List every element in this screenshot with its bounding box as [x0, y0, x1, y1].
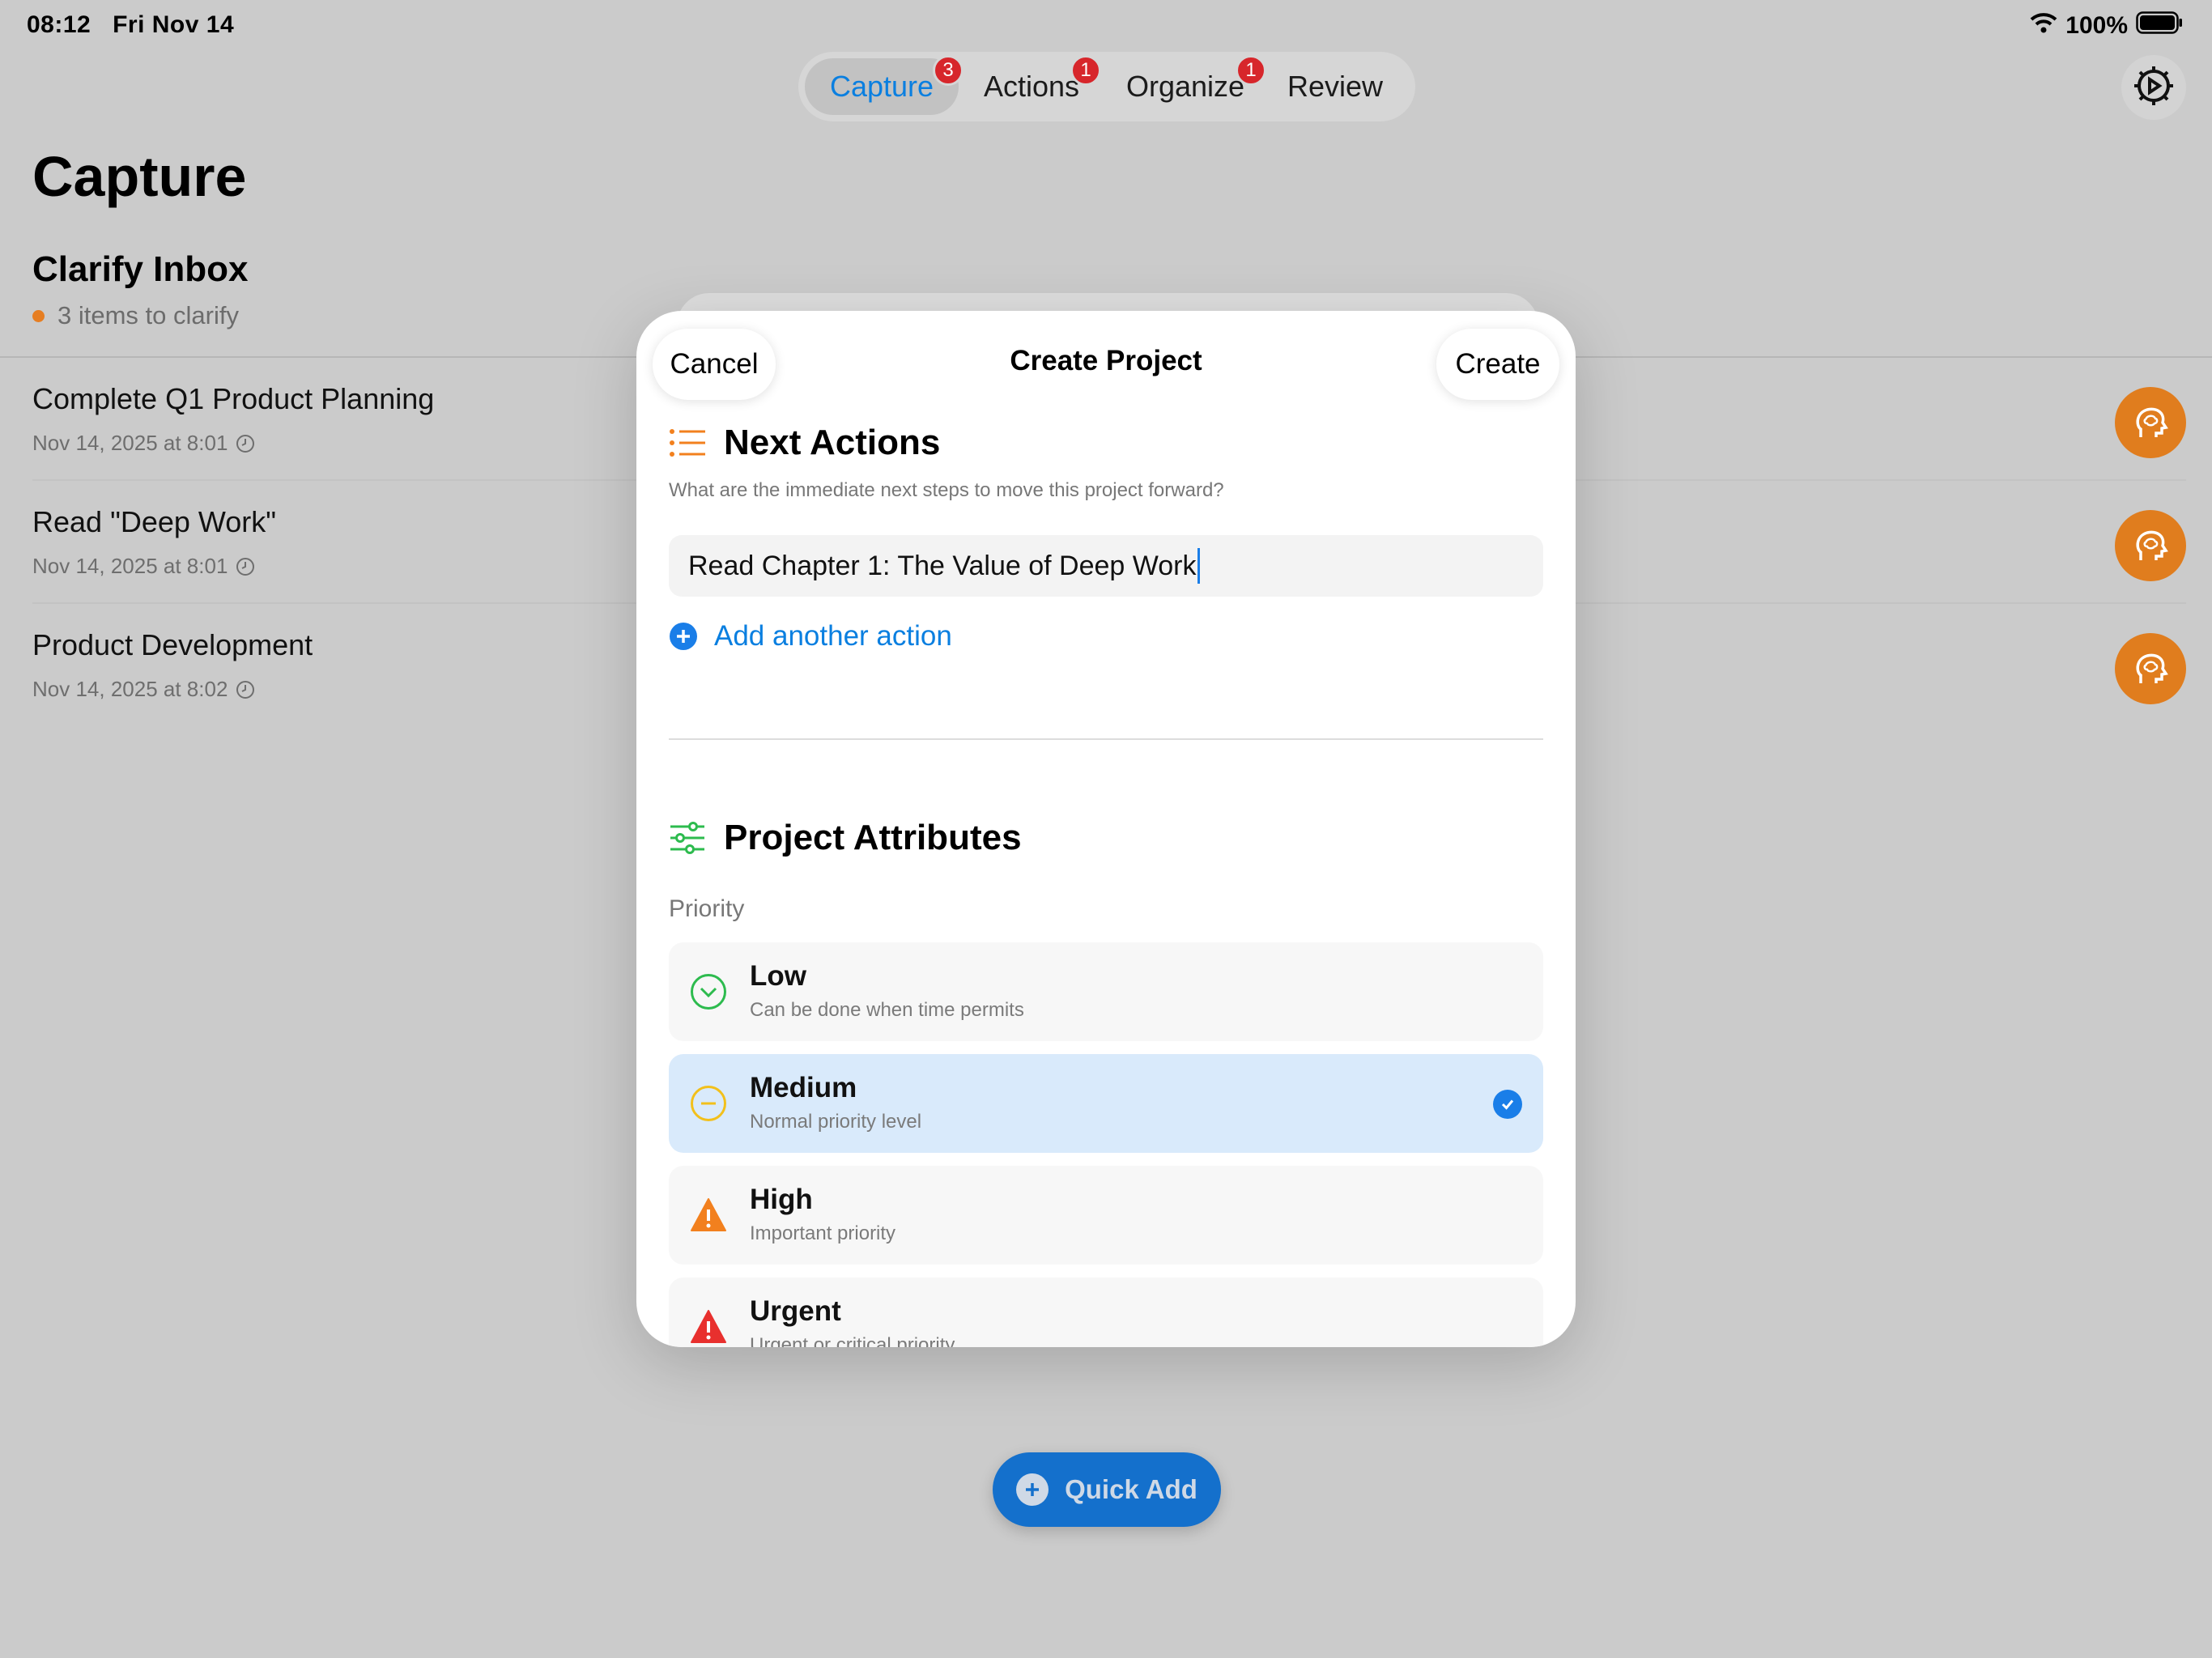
- clock-icon: [236, 557, 255, 576]
- option-subtitle: Can be done when time permits: [750, 999, 1024, 1021]
- status-bar-right: 100%: [2030, 11, 2183, 40]
- text-caret: [1197, 548, 1201, 584]
- item-date: Nov 14, 2025 at 8:02: [32, 677, 255, 702]
- quick-add-button[interactable]: Quick Add: [993, 1452, 1221, 1527]
- status-date: Fri Nov 14: [113, 11, 235, 38]
- section-heading-text: Project Attributes: [724, 818, 1022, 857]
- inbox-count: 3 items to clarify: [32, 301, 239, 330]
- inbox-count-label: 3 items to clarify: [57, 301, 239, 329]
- create-project-sheet: Cancel Create Project Create Next Action…: [636, 311, 1576, 1347]
- page-title: Capture: [32, 145, 247, 208]
- tab-actions[interactable]: Actions 1: [959, 55, 1104, 115]
- plus-circle-icon: [670, 623, 697, 650]
- tab-review[interactable]: Review: [1266, 58, 1404, 115]
- option-subtitle: Important priority: [750, 1222, 896, 1244]
- list-icon: [670, 429, 705, 457]
- item-date: Nov 14, 2025 at 8:01: [32, 431, 255, 456]
- tab-label: Organize: [1125, 70, 1245, 103]
- clock-icon: [236, 680, 255, 699]
- status-bar-time: 08:12 Fri Nov 14: [27, 11, 234, 39]
- warning-triangle-icon: [691, 1198, 726, 1231]
- item-date: Nov 14, 2025 at 8:01: [32, 554, 255, 579]
- wifi-icon: [2030, 12, 2057, 40]
- section-title: Clarify Inbox: [32, 249, 249, 289]
- priority-option-medium[interactable]: Medium Normal priority level: [669, 1054, 1543, 1153]
- next-action-input-value: Read Chapter 1: The Value of Deep Work: [688, 550, 1197, 581]
- tab-capture[interactable]: Capture 3: [805, 55, 963, 115]
- option-title: High: [750, 1184, 813, 1215]
- next-action-input[interactable]: Read Chapter 1: The Value of Deep Work: [669, 535, 1543, 597]
- clarify-button[interactable]: [2115, 387, 2186, 458]
- segmented-tab-bar: Capture 3 Actions 1 Organize 1 Review: [798, 52, 1415, 121]
- section-subtitle: What are the immediate next steps to mov…: [669, 479, 1224, 501]
- option-title: Low: [750, 960, 806, 992]
- priority-option-urgent[interactable]: Urgent Urgent or critical priority: [669, 1278, 1543, 1347]
- gear-icon: [2130, 62, 2177, 113]
- option-title: Urgent: [750, 1295, 841, 1327]
- item-title: Complete Q1 Product Planning: [32, 382, 435, 415]
- minus-circle-icon: [691, 1086, 726, 1121]
- section-heading-text: Next Actions: [724, 423, 941, 462]
- create-button[interactable]: Create: [1436, 329, 1559, 400]
- clock-icon: [236, 434, 255, 453]
- tab-badge: 1: [1070, 55, 1101, 86]
- battery-percent: 100%: [2065, 12, 2128, 39]
- option-subtitle: Urgent or critical priority: [750, 1334, 955, 1347]
- status-dot: [32, 309, 45, 322]
- option-subtitle: Normal priority level: [750, 1111, 922, 1133]
- item-date-text: Nov 14, 2025 at 8:01: [32, 431, 228, 455]
- battery-icon: [2136, 11, 2183, 40]
- next-actions-heading: Next Actions: [669, 423, 940, 463]
- brain-head-icon: [2136, 407, 2168, 437]
- clarify-button[interactable]: [2115, 510, 2186, 581]
- brain-head-icon: [2136, 653, 2168, 683]
- project-attributes-heading: Project Attributes: [669, 818, 1022, 858]
- priority-label: Priority: [669, 895, 745, 922]
- tab-label: Capture: [829, 70, 934, 103]
- quick-add-label: Quick Add: [1065, 1474, 1197, 1504]
- checkmark-icon: [1493, 1090, 1522, 1119]
- tab-label: Actions: [983, 70, 1080, 103]
- priority-option-high[interactable]: High Important priority: [669, 1166, 1543, 1265]
- tab-label: Review: [1287, 70, 1384, 103]
- section-divider: [669, 738, 1543, 740]
- warning-triangle-icon: [691, 1310, 726, 1343]
- chevron-down-circle-icon: [691, 974, 726, 1010]
- add-another-action-button[interactable]: Add another action: [669, 620, 952, 653]
- tab-organize[interactable]: Organize 1: [1104, 55, 1266, 115]
- plus-circle-icon: [1016, 1473, 1049, 1506]
- item-title: Product Development: [32, 628, 313, 661]
- item-title: Read "Deep Work": [32, 505, 277, 538]
- sliders-icon: [670, 822, 704, 854]
- sheet-title: Create Project: [1010, 345, 1202, 376]
- priority-option-low[interactable]: Low Can be done when time permits: [669, 942, 1543, 1041]
- add-action-label: Add another action: [714, 620, 952, 652]
- tab-badge: 1: [1236, 55, 1266, 86]
- brain-head-icon: [2136, 530, 2168, 560]
- settings-button[interactable]: [2121, 55, 2186, 120]
- clarify-button[interactable]: [2115, 633, 2186, 704]
- option-title: Medium: [750, 1072, 857, 1103]
- item-date-text: Nov 14, 2025 at 8:01: [32, 554, 228, 578]
- item-date-text: Nov 14, 2025 at 8:02: [32, 677, 228, 701]
- status-time: 08:12: [27, 11, 91, 38]
